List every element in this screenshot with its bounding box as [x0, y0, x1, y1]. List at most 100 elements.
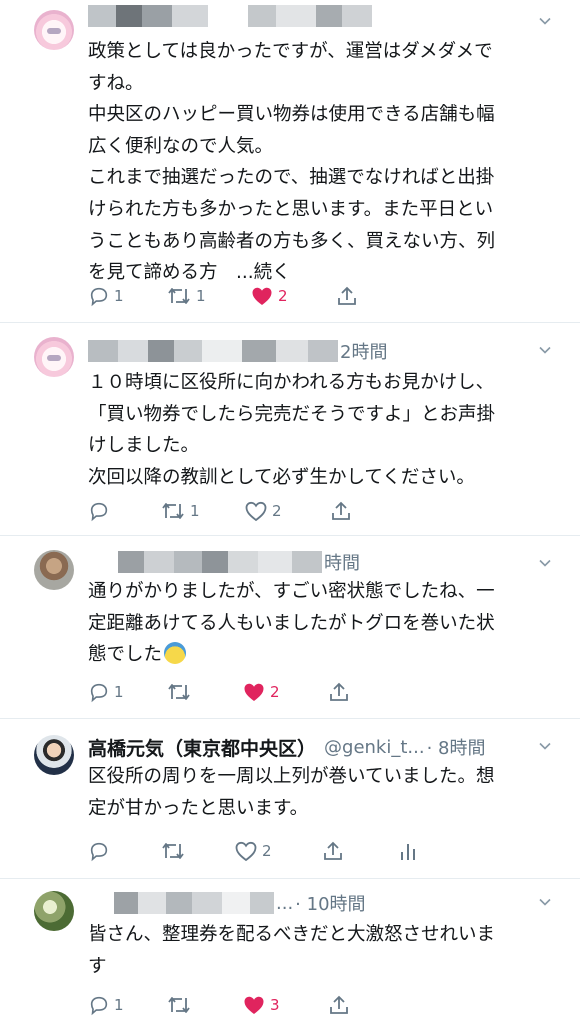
tweet-timestamp[interactable]: 2時間	[340, 338, 387, 364]
user-avatar[interactable]	[34, 735, 74, 775]
tweet-actions: 1 3	[88, 991, 368, 1019]
chevron-down-icon[interactable]	[538, 14, 552, 28]
user-avatar[interactable]	[34, 337, 74, 377]
display-name[interactable]: 高橋元気（東京都中央区）	[88, 734, 316, 761]
retweet-button[interactable]	[166, 678, 196, 706]
chevron-down-icon[interactable]	[538, 556, 552, 570]
retweet-count: 1	[190, 502, 200, 520]
fearful-face-emoji-icon	[164, 642, 187, 665]
tweet-header: 時間	[88, 548, 540, 576]
tweet-line: うこともあり高齢者の方も多く、買えない方、列	[88, 230, 496, 252]
reply-button[interactable]: 1	[88, 991, 124, 1019]
divider	[0, 322, 580, 323]
share-icon	[332, 501, 350, 520]
tweet-header: ... · 10時間	[88, 889, 540, 917]
tweet-header: 2時間	[88, 337, 540, 365]
chevron-down-icon[interactable]	[538, 343, 552, 357]
tweet-line: 皆さん、整理券を配るべきだと大激怒させれいま	[88, 924, 496, 945]
tweet-line: 態でした	[88, 639, 558, 671]
chevron-down-icon[interactable]	[538, 895, 552, 909]
user-avatar[interactable]	[34, 550, 74, 590]
heart-filled-icon	[252, 287, 272, 305]
user-handle[interactable]: ...	[276, 893, 293, 914]
share-button[interactable]	[328, 678, 350, 706]
like-count: 3	[270, 996, 280, 1014]
share-icon	[330, 995, 348, 1014]
heart-filled-icon	[244, 683, 264, 701]
share-button[interactable]	[328, 991, 350, 1019]
reply-button[interactable]	[88, 497, 114, 525]
reply-button[interactable]	[88, 837, 114, 865]
tweet-text: 皆さん、整理券を配るべきだと大激怒させれいま す	[88, 919, 558, 982]
share-icon	[338, 286, 356, 305]
tweet-line: 通りがかりましたが、すごい密状態でしたね、一	[88, 581, 495, 602]
like-count: 2	[272, 502, 282, 520]
chevron-down-icon[interactable]	[538, 739, 552, 753]
tweet-actions: 1 2	[88, 678, 368, 706]
reply-icon	[90, 287, 108, 307]
retweet-icon	[168, 684, 190, 700]
retweet-button[interactable]	[160, 837, 190, 865]
reply-count: 1	[114, 683, 124, 701]
tweet-timestamp[interactable]: · 8時間	[427, 734, 486, 760]
share-button[interactable]	[322, 837, 344, 865]
tweet-line: 定距離あけてる人もいましたがトグロを巻いた状	[88, 612, 495, 634]
reply-count: 1	[114, 287, 124, 305]
heart-filled-icon	[244, 996, 264, 1014]
tweet-actions: 2	[88, 837, 415, 865]
retweet-icon	[168, 288, 190, 304]
retweet-button[interactable]: 1	[160, 497, 200, 525]
tweet-line: す	[88, 955, 107, 977]
tweet-actions: 1 2	[88, 497, 368, 525]
like-button[interactable]: 2	[242, 678, 280, 706]
blurred-username	[88, 340, 338, 362]
tweet-line: けられた方も多かったと思います。また平日とい	[88, 198, 494, 220]
retweet-icon	[162, 503, 184, 519]
like-count: 2	[262, 842, 272, 860]
reply-icon	[90, 502, 108, 522]
analytics-button[interactable]	[398, 837, 418, 865]
tweet-line: 区役所の周りを一周以上列が巻いていました。想	[88, 766, 495, 787]
analytics-icon	[401, 844, 415, 860]
tweet-timestamp[interactable]: · 10時間	[295, 890, 365, 916]
retweet-button[interactable]	[166, 991, 196, 1019]
tweet-header	[88, 2, 540, 30]
tweet-line: 広く便利なので人気。	[88, 135, 274, 157]
tweet-line: 次回以降の教訓として必ず生かしてください。	[88, 466, 475, 488]
like-button[interactable]: 3	[242, 991, 280, 1019]
divider	[0, 718, 580, 719]
tweet-timestamp[interactable]: 時間	[324, 549, 360, 575]
blurred-username	[88, 5, 372, 27]
user-avatar[interactable]	[34, 891, 74, 931]
like-button[interactable]: 2	[244, 497, 282, 525]
tweet-line: 「買い物券でしたら完売だそうですよ」とお声掛	[88, 403, 496, 425]
reply-button[interactable]: 1	[88, 678, 124, 706]
retweet-icon	[162, 843, 184, 859]
reply-button[interactable]: 1	[88, 282, 124, 310]
like-button[interactable]: 2	[250, 282, 288, 310]
retweet-button[interactable]: 1	[166, 282, 206, 310]
user-handle[interactable]: @genki_t...	[324, 737, 425, 758]
reply-count: 1	[114, 996, 124, 1014]
reply-icon	[90, 683, 108, 703]
share-button[interactable]	[330, 497, 352, 525]
retweet-count: 1	[196, 287, 206, 305]
heart-outline-icon	[235, 841, 257, 862]
share-icon	[324, 841, 342, 860]
blurred-username	[88, 551, 322, 573]
reply-icon	[90, 842, 108, 862]
tweet-actions: 1 1 2	[88, 282, 368, 310]
share-button[interactable]	[336, 282, 358, 310]
like-button[interactable]: 2	[234, 837, 272, 865]
tweet-line: 政策としては良かったですが、運営はダメダメで	[88, 41, 493, 62]
blurred-username	[88, 892, 274, 914]
tweet-line: これまで抽選だったので、抽選でなければと出掛	[88, 167, 495, 189]
share-icon	[330, 682, 348, 701]
heart-outline-icon	[245, 501, 267, 522]
tweet-line: 中央区のハッピー買い物券は使用できる店舗も幅	[88, 104, 495, 126]
divider	[0, 535, 580, 536]
divider	[0, 878, 580, 879]
user-avatar[interactable]	[34, 10, 74, 50]
tweet-text: 通りがかりましたが、すごい密状態でしたね、一 定距離あけてる人もいましたがトグロ…	[88, 576, 558, 671]
tweet-line: すね。	[88, 72, 144, 94]
